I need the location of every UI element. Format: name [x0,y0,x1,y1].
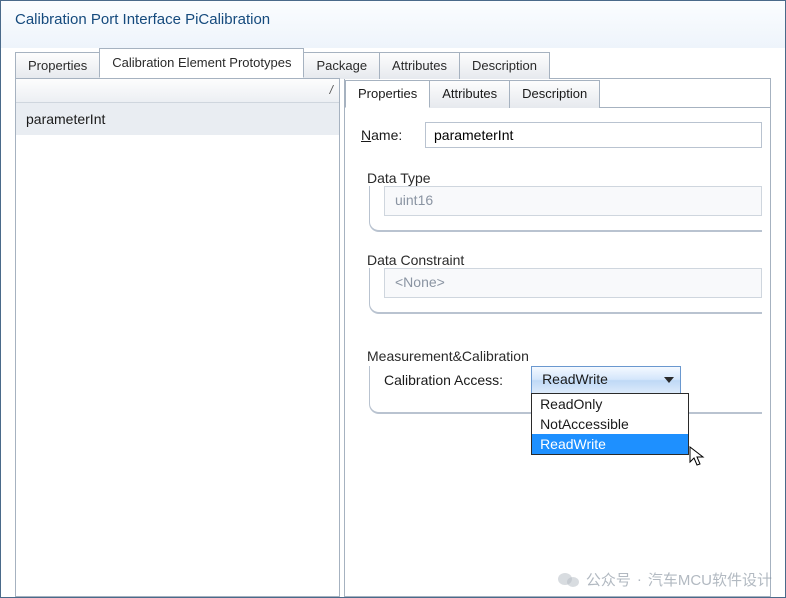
constraint-field[interactable]: <None> [384,268,762,298]
wechat-icon [558,571,580,589]
cursor-icon [689,446,705,468]
window-title: Calibration Port Interface PiCalibration [1,1,785,48]
watermark: 公众号 · 汽车MCU软件设计 [558,569,772,590]
option-notaccessible[interactable]: NotAccessible [532,414,688,434]
inner-tab-strip: Properties Attributes Description [345,79,770,108]
option-readonly[interactable]: ReadOnly [532,394,688,414]
datatype-group-label: Data Type [363,170,435,186]
inner-tab-description[interactable]: Description [509,80,600,108]
detail-panel: Properties Attributes Description Name: … [344,78,771,597]
watermark-separator: · [637,571,642,588]
constraint-group-label: Data Constraint [363,252,468,268]
properties-form: Name: Data Type uint16 Data Constraint <… [345,108,770,596]
calibration-access-combo[interactable]: ReadWrite [531,366,681,394]
option-readwrite[interactable]: ReadWrite [532,434,688,454]
tab-calibration-element-prototypes[interactable]: Calibration Element Prototypes [99,48,304,78]
outer-tab-strip: Properties Calibration Element Prototype… [15,48,771,78]
name-input[interactable] [425,122,762,148]
watermark-name: 汽车MCU软件设计 [648,569,772,590]
watermark-prefix: 公众号 [586,569,631,590]
calibration-access-combo-wrap: ReadWrite ReadOnly NotAccessible ReadWri… [531,366,762,394]
inner-tab-attributes[interactable]: Attributes [429,80,510,108]
mc-group-label: Measurement&Calibration [363,348,533,364]
prototype-list-panel: / parameterInt [15,78,340,597]
chevron-down-icon [664,377,674,383]
inner-tab-properties[interactable]: Properties [345,80,430,108]
window: Calibration Port Interface PiCalibration… [0,0,786,598]
name-label: Name: [361,127,425,143]
list-column-header[interactable]: / [16,79,339,103]
tab-package[interactable]: Package [303,52,380,79]
calibration-access-dropdown: ReadOnly NotAccessible ReadWrite [531,393,689,455]
tab-properties[interactable]: Properties [15,52,100,79]
list-item[interactable]: parameterInt [16,103,339,135]
calibration-access-label: Calibration Access: [384,372,503,388]
tab-description[interactable]: Description [459,52,550,79]
datatype-field[interactable]: uint16 [384,186,762,216]
combo-value: ReadWrite [542,371,608,387]
tab-attributes[interactable]: Attributes [379,52,460,79]
